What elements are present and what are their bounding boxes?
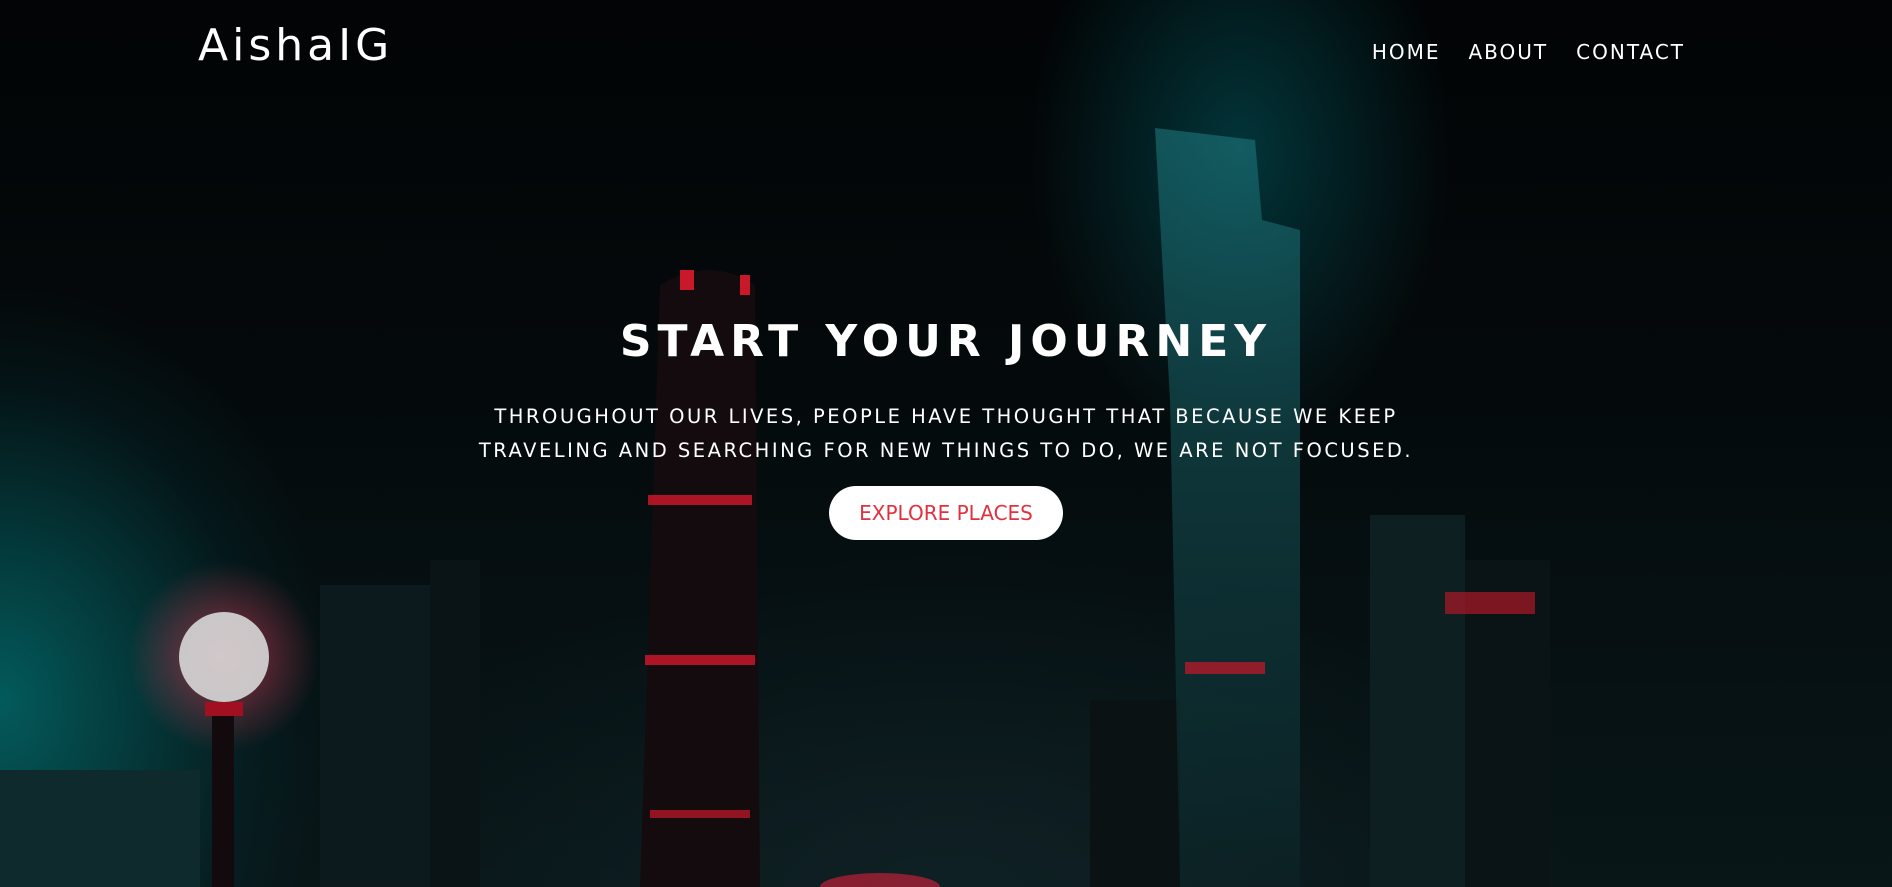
nav-links: HOME ABOUT CONTACT [1372,40,1685,64]
hero-title: START YOUR JOURNEY [619,316,1273,367]
navbar: AishaIG HOME ABOUT CONTACT [0,0,1892,100]
nav-link-contact[interactable]: CONTACT [1576,40,1685,64]
explore-places-button[interactable]: EXPLORE PLACES [829,486,1063,540]
nav-link-about[interactable]: ABOUT [1469,40,1549,64]
hero-section: AishaIG HOME ABOUT CONTACT START YOUR JO… [0,0,1892,887]
hero-description: THROUGHOUT OUR LIVES, PEOPLE HAVE THOUGH… [478,405,1414,462]
nav-link-home[interactable]: HOME [1372,40,1441,64]
hero-content: START YOUR JOURNEY THROUGHOUT OUR LIVES,… [446,312,1446,540]
brand-logo[interactable]: AishaIG [198,20,393,71]
